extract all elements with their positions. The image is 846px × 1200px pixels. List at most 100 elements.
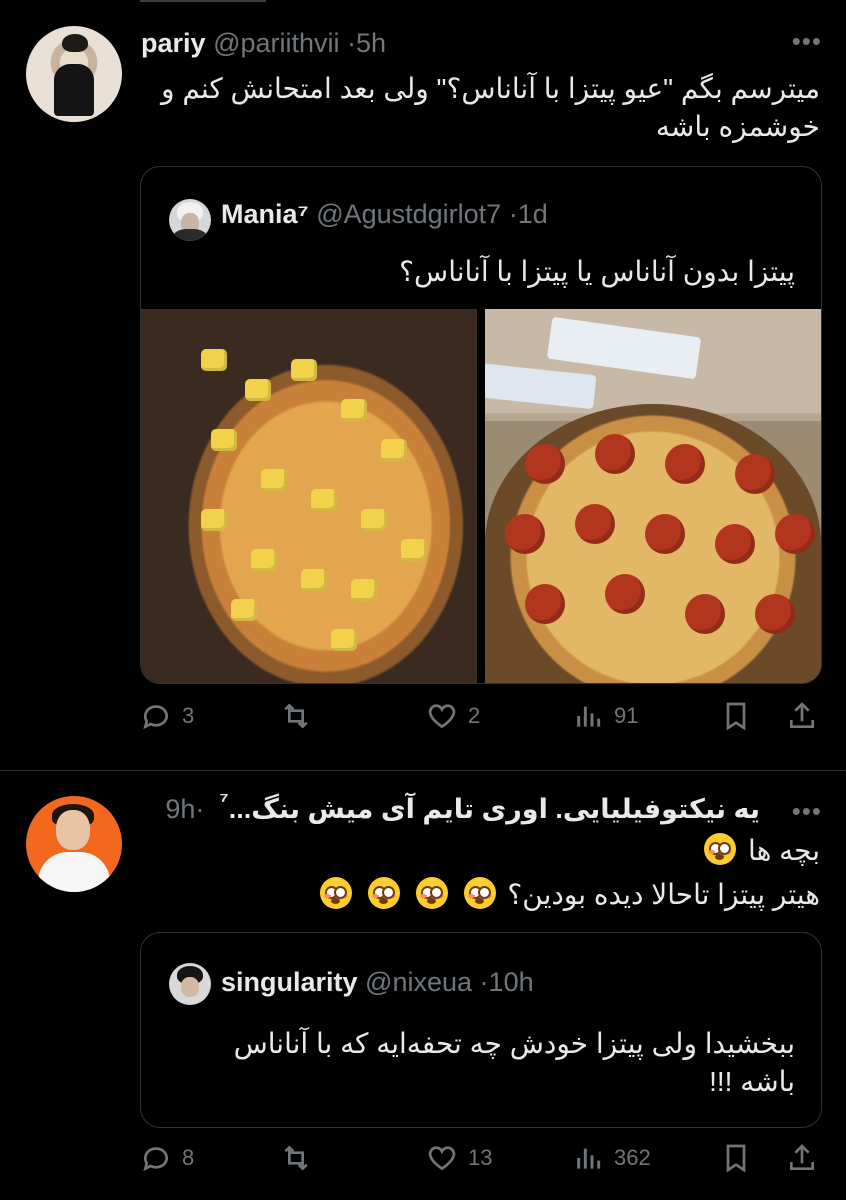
- flushed-face-emoji: [463, 877, 496, 909]
- retweet-icon: [284, 1145, 308, 1171]
- quote-author-name[interactable]: singularity: [221, 967, 358, 997]
- pepperoni-slice: [685, 594, 725, 634]
- avatar-body: [54, 64, 94, 116]
- quote-timestamp[interactable]: 10h: [489, 967, 534, 997]
- pineapple-chunk: [361, 509, 387, 531]
- separator-dot: ·: [508, 199, 518, 229]
- flushed-face-emoji: [415, 877, 448, 909]
- pineapple-chunk: [261, 469, 287, 491]
- quote-text: ببخشیدا ولی پیتزا خودش چه تحفه‌ایه که با…: [233, 1028, 795, 1097]
- quote-header: Mania⁷ @Agustdgirlot7 ·1d: [221, 199, 548, 230]
- quote-author-handle[interactable]: @nixeua: [365, 967, 472, 997]
- pineapple-chunk: [401, 539, 427, 561]
- views-count: 91: [614, 703, 639, 728]
- share-icon: [790, 702, 814, 728]
- pineapple-chunk: [291, 359, 317, 381]
- pepperoni-slice: [605, 574, 645, 614]
- views-icon: [577, 706, 601, 727]
- quote-avatar-body: [173, 229, 207, 241]
- flushed-face-emoji: [368, 877, 401, 909]
- author-handle[interactable]: @pariithvii: [213, 28, 339, 58]
- pineapple-chunk: [251, 549, 277, 571]
- bookmark-icon: [726, 1144, 746, 1173]
- avatar-shirt: [38, 852, 110, 892]
- views-icon: [577, 1148, 601, 1169]
- bookmark-icon: [726, 702, 746, 731]
- quote-text: پیتزا بدون آناناس یا پیتزا با آناناس؟: [399, 256, 795, 287]
- pineapple-chunk: [331, 629, 357, 651]
- quote-header: singularity @nixeua ·10h: [221, 967, 534, 998]
- author-name[interactable]: یه نیکتوفیلیایی. اوری تایم آی میش بنگ...: [229, 794, 760, 824]
- pizza-box-label: [546, 316, 702, 380]
- quote-avatar[interactable]: [169, 963, 211, 1005]
- tweet-text-content: بچه ها: [748, 835, 820, 866]
- tweet-text-line-2: هیتر پیتزا تاحالا دیده بودین؟: [140, 876, 820, 914]
- like-count: 2: [468, 703, 481, 728]
- quoted-tweet[interactable]: Mania⁷ @Agustdgirlot7 ·1d پیتزا بدون آنا…: [140, 166, 822, 684]
- pepperoni-slice: [525, 584, 565, 624]
- quote-avatar[interactable]: [169, 199, 211, 241]
- pineapple-chunk: [245, 379, 271, 401]
- reply-icon: [143, 1147, 168, 1172]
- retweet-button[interactable]: [280, 1142, 322, 1174]
- pineapple-chunk: [351, 579, 377, 601]
- pepperoni-slice: [505, 514, 545, 554]
- bookmark-button[interactable]: [720, 700, 752, 732]
- bookmark-button[interactable]: [720, 1142, 752, 1174]
- author-name[interactable]: pariy: [141, 28, 206, 58]
- views-count: 362: [614, 1145, 651, 1170]
- quote-timestamp[interactable]: 1d: [518, 199, 548, 229]
- separator-dot: ·: [347, 28, 357, 58]
- pineapple-chunk: [211, 429, 237, 451]
- flushed-face-emoji: [320, 877, 353, 909]
- retweet-icon: [284, 703, 308, 729]
- quote-author-handle[interactable]: @Agustdgirlot7: [316, 199, 501, 229]
- pepperoni-slice: [525, 444, 565, 484]
- author-badge: ⁷: [219, 788, 229, 813]
- pineapple-chunk: [341, 399, 367, 421]
- share-button[interactable]: [786, 700, 818, 732]
- views-button[interactable]: 362: [572, 1142, 651, 1174]
- tweet[interactable]: pariy @pariithvii ·5h ••• میترسم بگم "عی…: [0, 0, 846, 770]
- quote-author-name[interactable]: Mania⁷: [221, 199, 309, 229]
- pepperoni-slice: [775, 514, 815, 554]
- more-icon[interactable]: •••: [792, 28, 822, 54]
- tweet-actions: 3 2 91: [140, 700, 820, 740]
- views-button[interactable]: 91: [572, 700, 638, 732]
- pineapple-chunk: [301, 569, 327, 591]
- retweet-button[interactable]: [280, 700, 322, 732]
- pepperoni-slice: [665, 444, 705, 484]
- share-icon: [790, 1144, 814, 1170]
- pepperoni-slice: [595, 434, 635, 474]
- reply-button[interactable]: 8: [140, 1142, 194, 1174]
- reply-button[interactable]: 3: [140, 700, 194, 732]
- tweet-header: pariy @pariithvii ·5h: [141, 28, 386, 59]
- timestamp[interactable]: 5h: [356, 28, 386, 58]
- avatar[interactable]: [26, 26, 122, 122]
- pepperoni-slice: [715, 524, 755, 564]
- pineapple-chunk: [381, 439, 407, 461]
- separator-dot: ·: [195, 794, 212, 824]
- more-icon[interactable]: •••: [792, 798, 822, 824]
- quoted-tweet[interactable]: singularity @nixeua ·10h ببخشیدا ولی پیت…: [140, 932, 822, 1128]
- like-button[interactable]: 13: [426, 1142, 492, 1174]
- separator-dot: ·: [479, 967, 489, 997]
- pineapple-pizza-image[interactable]: [141, 309, 477, 683]
- pineapple-chunk: [201, 349, 227, 371]
- tweet-text-content: هیتر پیتزا تاحالا دیده بودین؟: [507, 879, 820, 910]
- pineapple-chunk: [201, 509, 227, 531]
- like-count: 13: [468, 1145, 493, 1170]
- pepperoni-pizza-image[interactable]: [485, 309, 821, 683]
- timestamp[interactable]: 9h: [165, 794, 195, 824]
- tweet-text: میترسم بگم "عیو پیتزا با آناناس؟" ولی بع…: [161, 73, 820, 142]
- pepperoni-slice: [645, 514, 685, 554]
- tweet-text-line-1: بچه ها: [140, 832, 820, 870]
- like-button[interactable]: 2: [426, 700, 480, 732]
- heart-icon: [428, 704, 456, 729]
- pepperoni-slice: [575, 504, 615, 544]
- pineapple-chunk: [231, 599, 257, 621]
- share-button[interactable]: [786, 1142, 818, 1174]
- avatar-hair: [62, 34, 88, 52]
- reply-count: 8: [182, 1145, 195, 1170]
- pepperoni-pizza: [485, 404, 821, 683]
